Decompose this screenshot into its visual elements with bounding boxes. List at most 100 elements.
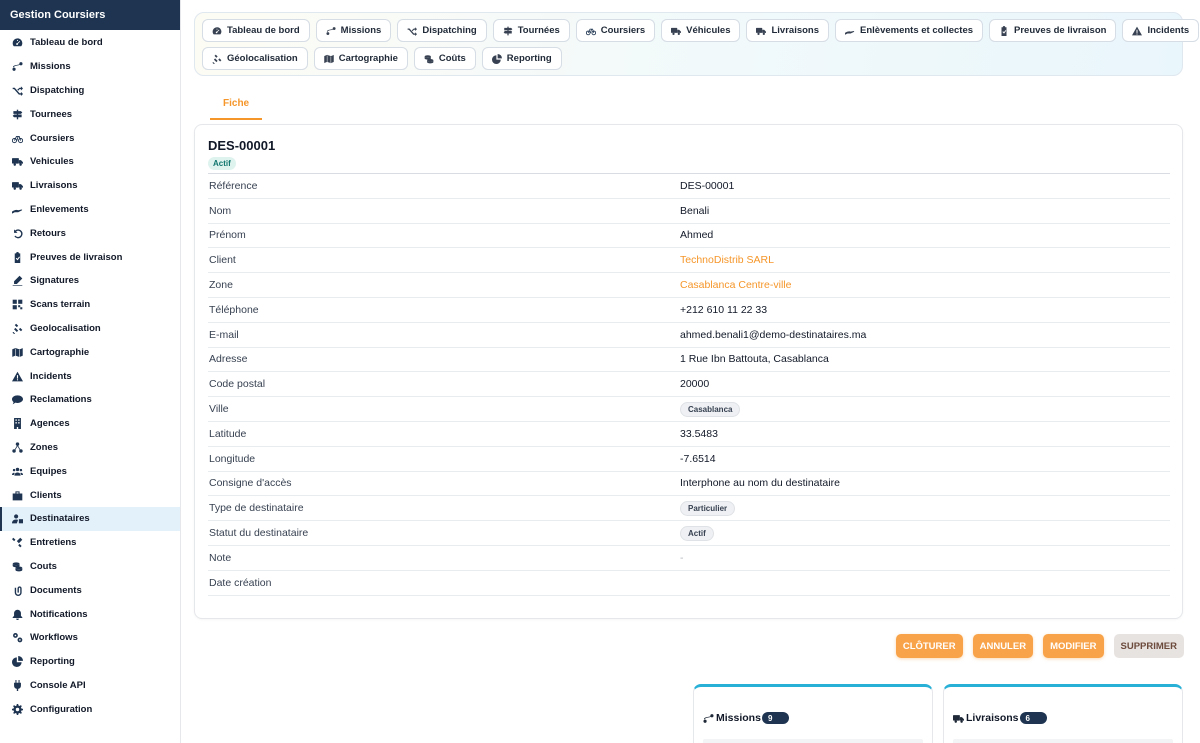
- signature-icon: [12, 275, 23, 287]
- missions-count-badge: 9: [761, 712, 789, 724]
- sidebar-item-tableau-de-bord[interactable]: Tableau de bord: [0, 31, 180, 55]
- sidebar-item-preuves-de-livraison[interactable]: Preuves de livraison: [0, 245, 180, 269]
- field-row-telephone: Téléphone +212 610 11 22 33: [208, 298, 1170, 323]
- hand-holding-icon: [845, 26, 855, 36]
- field-label: Consigne d'accès: [209, 477, 292, 490]
- module-nav-tournees[interactable]: Tournées: [492, 19, 570, 42]
- sidebar-item-dispatching[interactable]: Dispatching: [0, 79, 180, 103]
- edit-button[interactable]: MODIFIER: [1043, 634, 1104, 658]
- warning-icon: [12, 371, 23, 382]
- module-nav-livraisons[interactable]: Livraisons: [746, 19, 830, 42]
- hand-holding-icon: [12, 204, 23, 215]
- sidebar-item-label: Configuration: [30, 703, 93, 715]
- related-missions-header[interactable]: Missions 9: [703, 712, 789, 724]
- module-nav-cartographie[interactable]: Cartographie: [313, 47, 408, 70]
- field-label: Code postal: [209, 378, 266, 391]
- field-label: Nom: [209, 204, 232, 217]
- sidebar-item-label: Coursiers: [30, 132, 75, 144]
- sidebar-item-label: Clients: [30, 489, 62, 501]
- module-nav-label: Coûts: [438, 53, 466, 64]
- sidebar-item-label: Reporting: [30, 656, 75, 668]
- sidebar-item-signatures[interactable]: Signatures: [0, 269, 180, 293]
- module-nav-geolocalisation[interactable]: Géolocalisation: [202, 47, 308, 70]
- sidebar-item-geolocalisation[interactable]: Geolocalisation: [0, 317, 180, 341]
- sidebar-item-clients[interactable]: Clients: [0, 483, 180, 507]
- sidebar-item-documents[interactable]: Documents: [0, 578, 180, 602]
- module-nav-tableau-de-bord[interactable]: Tableau de bord: [202, 19, 310, 42]
- related-livraisons-header[interactable]: Livraisons 6: [953, 712, 1047, 724]
- sidebar-item-label: Cartographie: [30, 346, 90, 358]
- sidebar-item-equipes[interactable]: Equipes: [0, 459, 180, 483]
- sidebar-item-workflows[interactable]: Workflows: [0, 626, 180, 650]
- sidebar-item-notifications[interactable]: Notifications: [0, 602, 180, 626]
- user-tag-icon: [12, 513, 23, 524]
- sidebar-item-missions[interactable]: Missions: [0, 55, 180, 79]
- module-nav-dispatching[interactable]: Dispatching: [397, 19, 487, 42]
- sidebar-item-label: Preuves de livraison: [30, 251, 123, 263]
- delete-button[interactable]: SUPPRIMER: [1113, 634, 1184, 658]
- field-row-adresse: Adresse 1 Rue Ibn Battouta, Casablanca: [208, 348, 1170, 373]
- sidebar-item-tournees[interactable]: Tournees: [0, 102, 180, 126]
- field-value-link[interactable]: TechnoDistrib SARL: [680, 254, 774, 266]
- module-nav-row: Géolocalisation Cartographie Coûts Reportin…: [202, 47, 1175, 70]
- module-nav-label: Dispatching: [422, 25, 477, 36]
- route-icon: [326, 26, 336, 36]
- record-title: DES-00001: [208, 138, 276, 153]
- sidebar-item-vehicules[interactable]: Vehicules: [0, 150, 180, 174]
- field-label: Type de destinataire: [209, 502, 304, 515]
- sidebar-item-livraisons[interactable]: Livraisons: [0, 174, 180, 198]
- sidebar-item-console-api[interactable]: Console API: [0, 674, 180, 698]
- field-value-badge: Actif: [680, 525, 714, 541]
- truck-icon: [671, 26, 682, 36]
- sidebar-item-couts[interactable]: Couts: [0, 555, 180, 579]
- sidebar-item-reclamations[interactable]: Reclamations: [0, 388, 180, 412]
- field-value-link[interactable]: Casablanca Centre-ville: [680, 279, 791, 291]
- sidebar-item-enlevements[interactable]: Enlevements: [0, 198, 180, 222]
- module-nav-enlevements-et-collectes[interactable]: Enlèvements et collectes: [835, 19, 984, 42]
- module-nav-label: Cartographie: [338, 53, 398, 64]
- sidebar-item-entretiens[interactable]: Entretiens: [0, 531, 180, 555]
- clipboard-check-icon: [999, 25, 1009, 36]
- sidebar-item-cartographie[interactable]: Cartographie: [0, 340, 180, 364]
- module-nav-couts[interactable]: Coûts: [413, 47, 476, 70]
- bicycle-icon: [12, 133, 23, 144]
- sidebar-item-agences[interactable]: Agences: [0, 412, 180, 436]
- sidebar-item-retours[interactable]: Retours: [0, 221, 180, 245]
- module-nav-missions[interactable]: Missions: [315, 19, 392, 42]
- route-icon: [703, 713, 714, 724]
- status-badge: Actif: [208, 157, 236, 170]
- sidebar-item-coursiers[interactable]: Coursiers: [0, 126, 180, 150]
- field-row-code-postal: Code postal 20000: [208, 372, 1170, 398]
- module-nav-reporting[interactable]: Reporting: [481, 47, 562, 70]
- delivery-truck-icon: [756, 26, 767, 36]
- module-nav-coursiers[interactable]: Coursiers: [575, 19, 656, 42]
- sidebar-item-destinataires[interactable]: Destinataires: [0, 506, 180, 531]
- tab-fiche[interactable]: Fiche: [210, 92, 263, 120]
- module-nav: Tableau de bord Missions Dispatching Tourné…: [194, 12, 1200, 76]
- bicycle-icon: [585, 26, 596, 36]
- field-label: Ville: [209, 403, 229, 416]
- action-bar: CLÔTURER ANNULER MODIFIER SUPPRIMER: [895, 634, 1184, 658]
- shuffle-icon: [407, 26, 418, 36]
- cancel-button[interactable]: ANNULER: [972, 634, 1034, 658]
- sidebar-item-reporting[interactable]: Reporting: [0, 650, 180, 674]
- module-nav-vehicules[interactable]: Véhicules: [661, 19, 741, 42]
- field-value: Ahmed: [680, 229, 714, 242]
- module-nav-label: Véhicules: [686, 25, 731, 36]
- users-icon: [12, 466, 23, 477]
- sidebar-item-label: Livraisons: [30, 180, 78, 192]
- sidebar-item-zones[interactable]: Zones: [0, 436, 180, 460]
- paperclip-icon: [12, 585, 23, 596]
- sidebar-item-scans-terrain[interactable]: Scans terrain: [0, 293, 180, 317]
- sidebar-item-label: Vehicules: [30, 156, 74, 168]
- module-nav-preuves-de-livraison[interactable]: Preuves de livraison: [989, 19, 1117, 42]
- module-nav-incidents[interactable]: Incidents: [1122, 19, 1200, 42]
- sidebar-item-label: Retours: [30, 227, 66, 239]
- sidebar-item-incidents[interactable]: Incidents: [0, 364, 180, 388]
- close-record-button[interactable]: CLÔTURER: [895, 634, 963, 658]
- map-icon: [323, 53, 334, 64]
- field-label: Référence: [209, 179, 258, 192]
- field-value: +212 610 11 22 33: [680, 303, 768, 316]
- sidebar-item-configuration[interactable]: Configuration: [0, 697, 180, 721]
- tab-bar: Fiche: [210, 92, 263, 120]
